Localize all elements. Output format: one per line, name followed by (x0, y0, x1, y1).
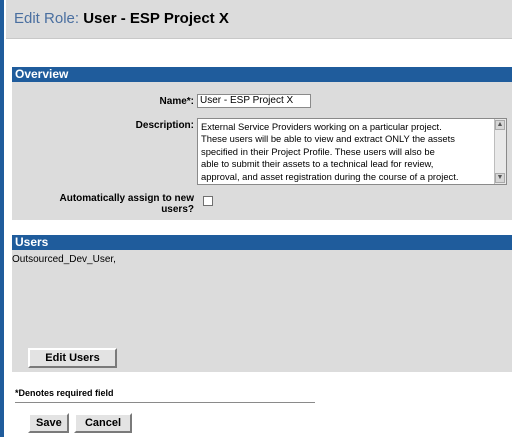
description-text: External Service Providers working on a … (201, 121, 459, 182)
page-header: Edit Role: User - ESP Project X (6, 0, 512, 39)
description-scrollbar[interactable]: ▲ ▼ (494, 119, 506, 184)
left-accent-bar (0, 0, 4, 437)
footer-divider (15, 402, 315, 403)
auto-assign-label-line2: users? (161, 204, 194, 215)
page-title: Edit Role: User - ESP Project X (14, 10, 229, 27)
edit-users-button[interactable]: Edit Users (28, 348, 117, 368)
description-textarea[interactable]: External Service Providers working on a … (197, 118, 507, 185)
name-label: Name*: (159, 96, 194, 107)
role-name-title: User - ESP Project X (83, 10, 229, 27)
name-field[interactable] (197, 94, 311, 108)
overview-section-header: Overview (12, 67, 512, 82)
cancel-button[interactable]: Cancel (74, 413, 132, 433)
scroll-down-icon[interactable]: ▼ (495, 173, 505, 183)
required-field-note: *Denotes required field (15, 388, 114, 398)
description-label: Description: (135, 120, 194, 131)
scroll-up-icon[interactable]: ▲ (495, 120, 505, 130)
users-section-header: Users (12, 235, 512, 250)
auto-assign-label-line1: Automatically assign to new (59, 193, 194, 204)
auto-assign-label: Automatically assign to new users? (20, 193, 194, 215)
auto-assign-checkbox[interactable] (203, 196, 213, 206)
save-button[interactable]: Save (28, 413, 69, 433)
users-list: Outsourced_Dev_User, (12, 254, 116, 265)
title-prefix: Edit Role: (14, 10, 80, 27)
